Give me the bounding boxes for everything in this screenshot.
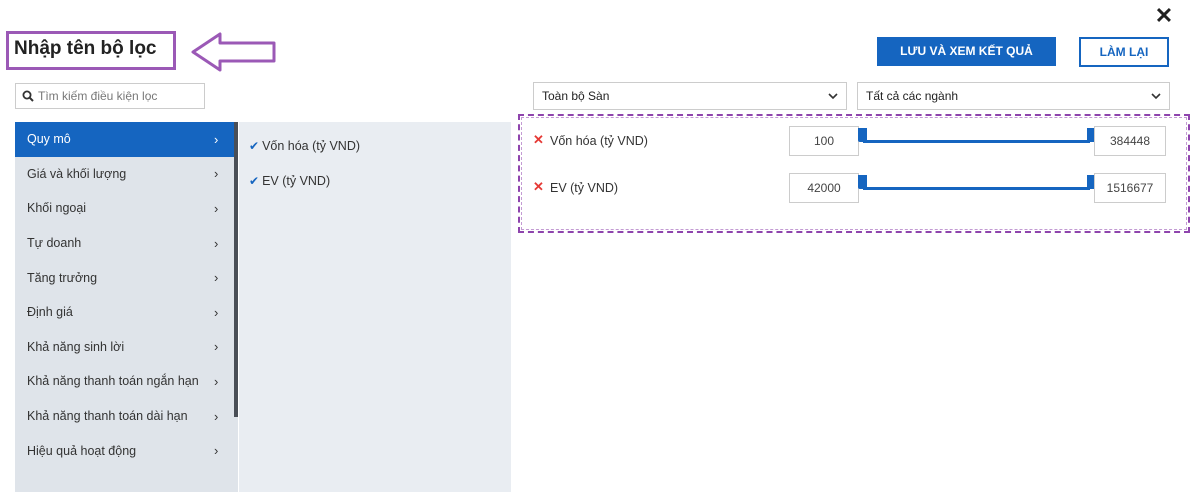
remove-x-icon[interactable]: ✕ <box>533 132 544 148</box>
search-icon <box>22 90 34 102</box>
chevron-right-icon: › <box>214 443 219 459</box>
filter-min-input[interactable]: 42000 <box>789 173 859 203</box>
check-icon: ✔ <box>249 139 260 153</box>
slider-track <box>863 140 1090 143</box>
active-filters-panel: ✕ Vốn hóa (tỷ VND) 100 384448 ✕ EV (tỷ V… <box>518 114 1190 233</box>
range-slider[interactable] <box>858 173 1096 203</box>
category-item-gia-va-khoi-luong[interactable]: Giá và khối lượng › <box>15 157 238 192</box>
chevron-right-icon: › <box>214 270 219 286</box>
industry-select[interactable]: Tất cả các ngành <box>857 82 1170 110</box>
criteria-list: ✔ Vốn hóa (tỷ VND) ✔ EV (tỷ VND) <box>239 122 511 492</box>
category-item-hieu-qua-hoat-dong[interactable]: Hiệu quả hoạt động › <box>15 433 238 468</box>
filter-row-von-hoa: ✕ Vốn hóa (tỷ VND) 100 384448 <box>520 126 1188 156</box>
slider-min-handle[interactable] <box>858 128 867 142</box>
category-list: Quy mô › Giá và khối lượng › Khối ngoại › T… <box>15 122 238 492</box>
criteria-item-von-hoa[interactable]: ✔ Vốn hóa (tỷ VND) <box>249 137 511 155</box>
category-item-kha-nang-sinh-loi[interactable]: Khả năng sinh lời › <box>15 330 238 365</box>
filter-max-input[interactable]: 384448 <box>1094 126 1166 156</box>
chevron-right-icon: › <box>214 304 219 320</box>
category-item-thanh-toan-dai-han[interactable]: Khả năng thanh toán dài hạn › <box>15 399 238 434</box>
filter-search-box[interactable] <box>15 83 205 109</box>
chevron-right-icon: › <box>214 131 219 147</box>
chevron-down-icon <box>828 92 838 99</box>
save-and-view-results-button[interactable]: LƯU VÀ XEM KẾT QUẢ <box>877 37 1056 66</box>
category-scrollbar[interactable] <box>234 122 238 417</box>
category-item-quy-mo[interactable]: Quy mô › <box>15 122 238 157</box>
slider-min-handle[interactable] <box>858 175 867 189</box>
reset-button[interactable]: LÀM LẠI <box>1079 37 1169 67</box>
chevron-right-icon: › <box>214 200 219 216</box>
filter-row-ev: ✕ EV (tỷ VND) 42000 1516677 <box>520 173 1188 203</box>
exchange-select-value: Toàn bộ Sàn <box>542 89 610 103</box>
filter-label: Vốn hóa (tỷ VND) <box>550 134 648 148</box>
category-item-thanh-toan-ngan-han[interactable]: Khả năng thanh toán ngắn hạn › <box>15 364 238 399</box>
filter-min-input[interactable]: 100 <box>789 126 859 156</box>
chevron-right-icon: › <box>214 339 219 355</box>
filter-max-input[interactable]: 1516677 <box>1094 173 1166 203</box>
annotation-arrow-icon <box>191 32 276 72</box>
criteria-item-ev[interactable]: ✔ EV (tỷ VND) <box>249 172 511 190</box>
filter-name-title: Nhập tên bộ lọc <box>14 38 157 59</box>
close-icon[interactable]: ✕ <box>1152 4 1176 28</box>
chevron-right-icon: › <box>214 373 219 389</box>
filter-label: EV (tỷ VND) <box>550 181 619 195</box>
slider-track <box>863 187 1090 190</box>
chevron-down-icon <box>1151 92 1161 99</box>
remove-x-icon[interactable]: ✕ <box>533 179 544 195</box>
exchange-select[interactable]: Toàn bộ Sàn <box>533 82 847 110</box>
industry-select-value: Tất cả các ngành <box>866 89 959 103</box>
category-item-tang-truong[interactable]: Tăng trưởng › <box>15 260 238 295</box>
filter-search-input[interactable] <box>38 89 198 103</box>
category-item-tu-doanh[interactable]: Tự doanh › <box>15 226 238 261</box>
check-icon: ✔ <box>249 174 260 188</box>
category-item-dinh-gia[interactable]: Định giá › <box>15 295 238 330</box>
chevron-right-icon: › <box>214 408 219 424</box>
range-slider[interactable] <box>858 126 1096 156</box>
filter-name-box[interactable]: Nhập tên bộ lọc <box>6 31 176 70</box>
chevron-right-icon: › <box>214 235 219 251</box>
category-item-khoi-ngoai[interactable]: Khối ngoại › <box>15 191 238 226</box>
chevron-right-icon: › <box>214 166 219 182</box>
